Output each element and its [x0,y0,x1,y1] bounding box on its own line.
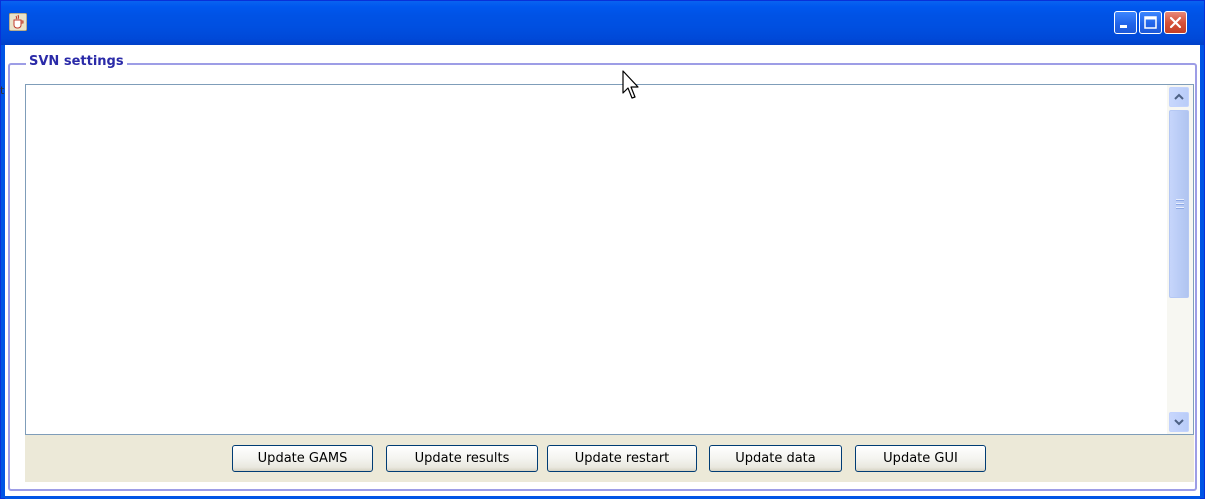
background-text-fragment: t [0,84,5,97]
chevron-down-icon [1174,419,1184,426]
vertical-scrollbar[interactable] [1167,85,1193,434]
maximize-icon [1144,16,1157,29]
grip-icon [1176,199,1184,209]
button-bar: Update GAMS Update results Update restar… [25,435,1194,482]
update-data-button[interactable]: Update data [709,445,842,472]
minimize-icon [1120,25,1127,28]
text-scroll-pane [25,84,1194,435]
scroll-down-button[interactable] [1169,412,1189,432]
scroll-up-button[interactable] [1169,87,1189,107]
close-icon [1169,16,1182,29]
java-cup-icon [9,13,27,31]
update-restart-button[interactable]: Update restart [547,445,697,472]
title-bar[interactable] [1,1,1204,45]
close-button[interactable] [1164,11,1187,34]
output-text-area[interactable] [26,85,1167,434]
mouse-cursor-icon [622,70,639,99]
minimize-button[interactable] [1114,11,1137,34]
update-gams-button[interactable]: Update GAMS [232,445,373,472]
group-title: SVN settings [26,53,127,71]
update-gui-button[interactable]: Update GUI [855,445,986,472]
update-results-button[interactable]: Update results [386,445,538,472]
scroll-thumb[interactable] [1169,110,1189,298]
chevron-up-icon [1174,93,1184,100]
maximize-button[interactable] [1139,11,1162,34]
